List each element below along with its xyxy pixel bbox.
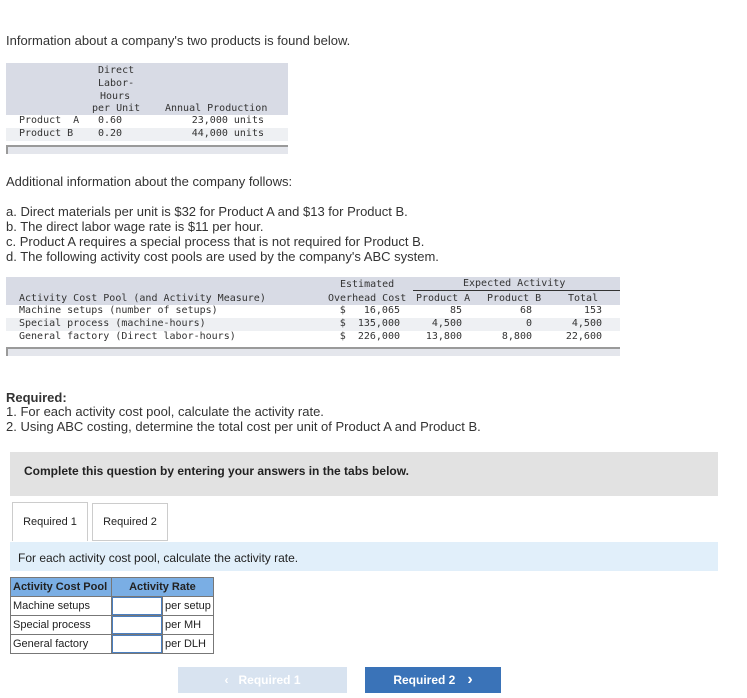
instruction-text: For each activity cost pool, calculate t… (18, 551, 299, 565)
product-name: Product B (19, 128, 74, 139)
table-row: Special process (machine-hours) $ 135,000… (6, 318, 620, 331)
pool-cell: General factory (Direct labor-hours) (19, 331, 236, 342)
required-title: Required: (6, 390, 67, 405)
cost-cell: $ 16,065 (339, 305, 400, 316)
prev-required-1-button[interactable]: ‹ Required 1 (178, 667, 347, 693)
table-footer (6, 145, 288, 154)
header: Total (568, 293, 599, 304)
table-footer (6, 347, 620, 356)
intro-text: Information about a company's two produc… (6, 33, 351, 48)
header: Expected Activity (463, 278, 566, 289)
table-row: Machine setups (number of setups) $ 16,06… (6, 305, 620, 318)
general-factory-rate-input[interactable] (112, 635, 162, 653)
pool-name: Machine setups (10, 596, 112, 616)
tab-required-2[interactable]: Required 2 (92, 503, 168, 541)
header-line: Labor- (98, 78, 135, 89)
annual-value: 44,000 units (191, 128, 264, 139)
unit: per MH (162, 615, 214, 635)
info-item: a. Direct materials per unit is $32 for … (6, 204, 408, 219)
unit: per setup (162, 596, 214, 616)
dlh-value: 0.60 (98, 115, 123, 126)
header: Product B (487, 293, 542, 304)
header-line: Direct (98, 65, 135, 76)
header: Activity Cost Pool (and Activity Measure… (19, 293, 266, 304)
info-item: d. The following activity cost pools are… (6, 249, 439, 264)
activity-table: Estimated Expected Activity Activity Cos… (6, 277, 620, 356)
banner-text: Complete this question by entering your … (24, 464, 409, 478)
info-list: a. Direct materials per unit is $32 for … (6, 204, 439, 264)
tab-required-1[interactable]: Required 1 (12, 502, 88, 541)
required-item: 2. Using ABC costing, determine the tota… (6, 419, 481, 434)
product-table: Direct Labor- Hours per Unit Annual Prod… (6, 63, 288, 154)
header: Overhead Cost (328, 293, 407, 304)
table-row: Machine setups per setup (10, 596, 214, 616)
instruction-bar: For each activity cost pool, calculate t… (10, 542, 718, 571)
unit: per DLH (162, 634, 214, 654)
total-cell: 22,600 (565, 331, 602, 342)
annual-header: Annual Production (165, 103, 268, 114)
pool-cell: Machine setups (number of setups) (19, 305, 218, 316)
pool-name: General factory (10, 634, 112, 654)
pool-name: Special process (10, 615, 112, 635)
question-banner: Complete this question by entering your … (10, 452, 718, 496)
b-cell: 68 (519, 305, 532, 316)
annual-value: 23,000 units (191, 115, 264, 126)
b-cell: 0 (525, 318, 532, 329)
header-rate: Activity Rate (111, 577, 214, 597)
additional-text: Additional information about the company… (6, 174, 293, 189)
dlh-value: 0.20 (98, 128, 123, 139)
a-cell: 85 (449, 305, 462, 316)
info-item: c. Product A requires a special process … (6, 234, 425, 249)
table-row: General factory per DLH (10, 634, 214, 654)
header: Product A (416, 293, 471, 304)
next-label: Required 2 (393, 673, 456, 687)
chevron-left-icon: ‹ (224, 673, 229, 687)
pool-cell: Special process (machine-hours) (19, 318, 206, 329)
table-row: Product B 0.20 44,000 units (6, 128, 288, 141)
answer-table: Activity Cost Pool Activity Rate Machine … (10, 577, 214, 654)
header-line: Hours (100, 91, 131, 102)
total-cell: 153 (583, 305, 602, 316)
cost-cell: $ 135,000 (339, 318, 400, 329)
product-name: Product A (19, 115, 80, 126)
total-cell: 4,500 (571, 318, 602, 329)
cost-cell: $ 226,000 (339, 331, 400, 342)
table-row: Special process per MH (10, 615, 214, 635)
header-pool: Activity Cost Pool (10, 577, 112, 597)
machine-setups-rate-input[interactable] (112, 597, 162, 615)
chevron-right-icon: › (467, 671, 473, 688)
table-row: General factory (Direct labor-hours) $ 22… (6, 331, 620, 344)
a-cell: 4,500 (431, 318, 462, 329)
next-required-2-button[interactable]: Required 2 › (365, 667, 501, 693)
header-line: per Unit (92, 103, 141, 114)
required-list: 1. For each activity cost pool, calculat… (6, 404, 481, 434)
table-row: Product A 0.60 23,000 units (6, 115, 288, 128)
prev-label: Required 1 (238, 673, 301, 687)
info-item: b. The direct labor wage rate is $11 per… (6, 219, 264, 234)
a-cell: 13,800 (425, 331, 462, 342)
header: Estimated (340, 279, 395, 290)
b-cell: 8,800 (501, 331, 532, 342)
required-item: 1. For each activity cost pool, calculat… (6, 404, 324, 419)
special-process-rate-input[interactable] (112, 616, 162, 634)
